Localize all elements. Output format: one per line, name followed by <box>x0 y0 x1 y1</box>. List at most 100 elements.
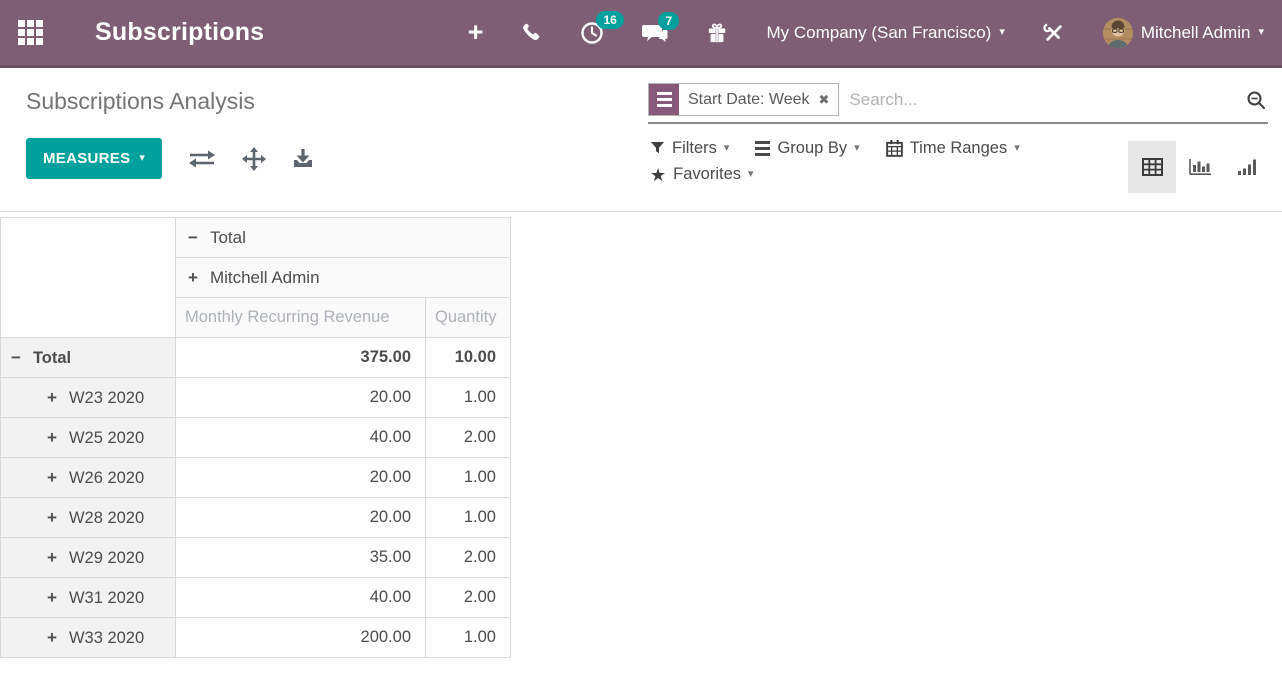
facet-remove-icon[interactable]: ✖ <box>819 92 839 108</box>
row-label: W29 2020 <box>69 549 144 567</box>
cohort-view-icon <box>1237 158 1259 176</box>
pivot-row-header[interactable]: + W25 2020 <box>1 418 176 458</box>
collapse-icon[interactable]: − <box>188 228 198 248</box>
pivot-col-header-user[interactable]: +Mitchell Admin <box>176 258 511 298</box>
expand-icon[interactable]: + <box>47 468 57 488</box>
group-by-facet-icon <box>649 84 679 115</box>
activities-badge: 16 <box>596 11 623 29</box>
pivot-cell[interactable]: 200.00 <box>176 618 426 658</box>
view-switcher <box>1128 141 1272 193</box>
user-menu[interactable]: Mitchell Admin ▾ <box>1103 18 1264 48</box>
pivot-row: + W28 2020 20.001.00 <box>1 498 511 538</box>
favorites-label: Favorites <box>673 165 741 184</box>
pivot-row-header[interactable]: + W28 2020 <box>1 498 176 538</box>
group-by-label: Group By <box>777 139 847 158</box>
view-switch-pivot[interactable] <box>1128 141 1176 193</box>
pivot-row: + W25 2020 40.002.00 <box>1 418 511 458</box>
expand-icon[interactable]: + <box>47 388 57 408</box>
row-label: W25 2020 <box>69 429 144 447</box>
plus-icon: + <box>468 19 484 46</box>
measure-header-mrr[interactable]: Monthly Recurring Revenue <box>176 298 426 338</box>
gift-icon <box>706 22 728 44</box>
pivot-cell[interactable]: 20.00 <box>176 378 426 418</box>
collapse-icon[interactable]: − <box>11 348 21 368</box>
view-switch-graph[interactable] <box>1176 141 1224 193</box>
star-icon: ★ <box>650 166 666 184</box>
activities-menu[interactable]: 16 <box>580 21 604 45</box>
view-switch-cohort[interactable] <box>1224 141 1272 193</box>
measures-button[interactable]: MEASURES ▾ <box>26 138 162 179</box>
flip-axis-button[interactable] <box>188 149 216 169</box>
pivot-row: + W31 2020 40.002.00 <box>1 578 511 618</box>
group-by-menu[interactable]: Group By ▾ <box>755 139 859 158</box>
apps-menu-icon[interactable] <box>18 20 43 45</box>
pivot-table: −Total +Mitchell Admin Monthly Recurring… <box>0 217 511 658</box>
pivot-body: −Total375.0010.00+W23 202020.001.00+W25 … <box>1 338 511 658</box>
pivot-row-header[interactable]: + W31 2020 <box>1 578 176 618</box>
pivot-cell[interactable]: 35.00 <box>176 538 426 578</box>
pivot-row-header[interactable]: + W29 2020 <box>1 538 176 578</box>
app-title[interactable]: Subscriptions <box>95 18 264 47</box>
phone-icon <box>521 22 542 43</box>
download-icon <box>292 148 314 169</box>
row-label: W26 2020 <box>69 469 144 487</box>
pivot-toolbar: MEASURES ▾ <box>26 138 314 179</box>
pivot-cell[interactable]: 40.00 <box>176 578 426 618</box>
expand-icon[interactable]: + <box>47 428 57 448</box>
expand-all-button[interactable] <box>242 147 266 171</box>
pivot-cell[interactable]: 375.00 <box>176 338 426 378</box>
pivot-cell[interactable]: 2.00 <box>426 418 511 458</box>
control-panel: Subscriptions Analysis Start Date: Week … <box>0 68 1282 212</box>
tools-icon <box>1043 22 1065 44</box>
expand-icon[interactable]: + <box>47 548 57 568</box>
time-ranges-menu[interactable]: Time Ranges ▾ <box>886 139 1020 158</box>
search-icon[interactable] <box>1246 90 1266 110</box>
row-label: W23 2020 <box>69 389 144 407</box>
chevron-down-icon: ▾ <box>724 143 730 154</box>
pivot-cell[interactable]: 1.00 <box>426 378 511 418</box>
row-label: W33 2020 <box>69 629 144 647</box>
pivot-cell[interactable]: 20.00 <box>176 498 426 538</box>
group-by-icon <box>755 141 770 156</box>
pivot-row-header[interactable]: −Total <box>1 338 176 378</box>
measure-header-quantity[interactable]: Quantity <box>426 298 511 338</box>
row-label: W28 2020 <box>69 509 144 527</box>
search-facet: Start Date: Week ✖ <box>648 83 839 116</box>
pivot-row-header[interactable]: + W33 2020 <box>1 618 176 658</box>
row-label: Total <box>33 349 71 367</box>
favorites-menu[interactable]: ★ Favorites ▾ <box>650 165 754 184</box>
search-options: Filters ▾ Group By ▾ Time Ranges ▾ <box>650 139 1020 184</box>
row-label: W31 2020 <box>69 589 144 607</box>
filters-menu[interactable]: Filters ▾ <box>650 139 729 158</box>
referral-button[interactable] <box>706 22 728 44</box>
debug-tools-button[interactable] <box>1043 22 1065 44</box>
voip-button[interactable] <box>521 22 542 43</box>
chevron-down-icon: ▾ <box>1014 143 1020 154</box>
pivot-row-header[interactable]: + W23 2020 <box>1 378 176 418</box>
pivot-cell[interactable]: 2.00 <box>426 538 511 578</box>
pivot-cell[interactable]: 40.00 <box>176 418 426 458</box>
pivot-cell[interactable]: 1.00 <box>426 498 511 538</box>
expand-icon[interactable]: + <box>47 508 57 528</box>
company-switcher[interactable]: My Company (San Francisco) ▾ <box>766 23 1004 43</box>
download-xlsx-button[interactable] <box>292 148 314 169</box>
pivot-cell[interactable]: 2.00 <box>426 578 511 618</box>
pivot-col-header-total[interactable]: −Total <box>176 218 511 258</box>
pivot-cell[interactable]: 1.00 <box>426 618 511 658</box>
chevron-down-icon: ▾ <box>854 143 860 154</box>
time-ranges-label: Time Ranges <box>910 139 1008 158</box>
pivot-cell[interactable]: 20.00 <box>176 458 426 498</box>
pivot-cell[interactable]: 1.00 <box>426 458 511 498</box>
expand-icon[interactable]: + <box>188 268 198 288</box>
messages-menu[interactable]: 7 <box>642 22 668 44</box>
pivot-row-header[interactable]: + W26 2020 <box>1 458 176 498</box>
quick-create-button[interactable]: + <box>468 19 484 46</box>
col-header-label: Total <box>210 228 246 247</box>
search-input[interactable] <box>839 90 1246 110</box>
chevron-down-icon: ▾ <box>1258 27 1264 38</box>
pivot-view-icon <box>1142 158 1163 176</box>
expand-icon[interactable]: + <box>47 628 57 648</box>
expand-icon[interactable]: + <box>47 588 57 608</box>
pivot-cell[interactable]: 10.00 <box>426 338 511 378</box>
pivot-view: −Total +Mitchell Admin Monthly Recurring… <box>0 217 1282 658</box>
